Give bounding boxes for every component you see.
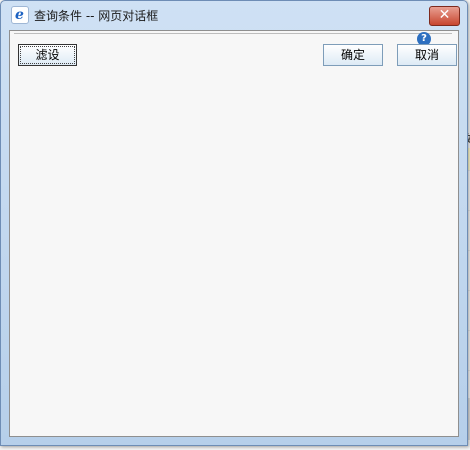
top-divider xyxy=(14,33,452,34)
close-button[interactable]: ✕ xyxy=(429,6,460,26)
title-bar[interactable]: e 查询条件 -- 网页对话框 ✕ xyxy=(1,1,467,29)
cancel-button[interactable]: 取消 xyxy=(397,44,457,66)
query-conditions-dialog: e 查询条件 -- 网页对话框 ✕ ? 滤设 确定 取消 xyxy=(0,0,468,446)
filter-settings-button[interactable]: 滤设 xyxy=(18,44,77,66)
dialog-title: 查询条件 -- 网页对话框 xyxy=(34,9,159,23)
ok-button[interactable]: 确定 xyxy=(323,44,383,66)
ie-icon: e xyxy=(11,6,29,24)
dialog-content: ? 滤设 确定 取消 xyxy=(9,30,459,437)
ie-icon-glyph: e xyxy=(15,7,24,23)
